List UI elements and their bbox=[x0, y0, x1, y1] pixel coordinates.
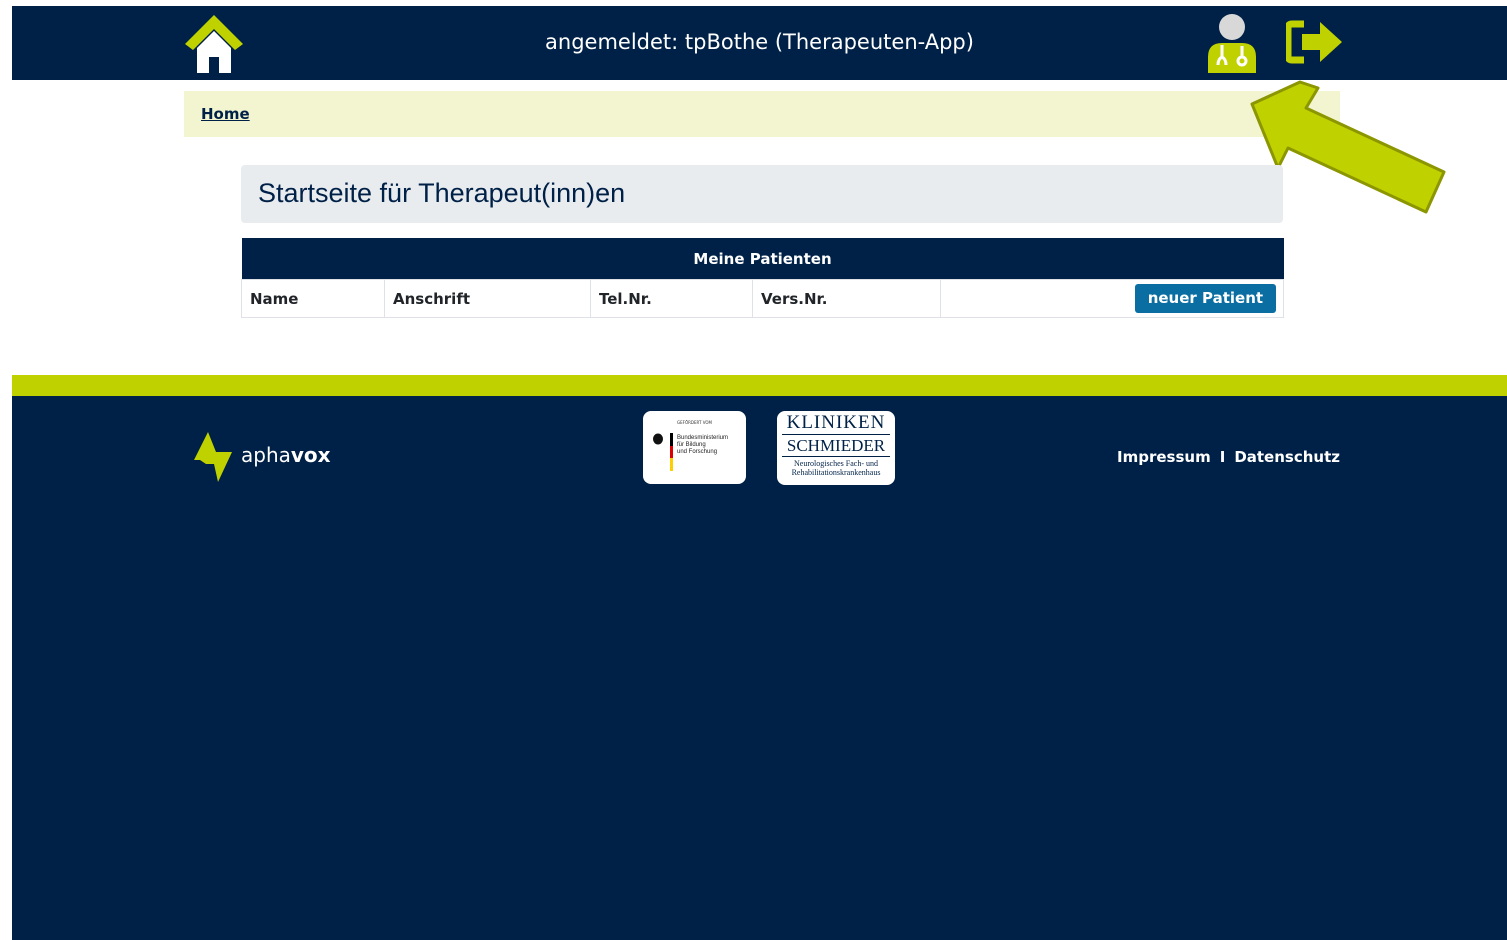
logout-icon[interactable] bbox=[1286, 20, 1344, 64]
new-patient-button[interactable]: neuer Patient bbox=[1134, 284, 1277, 313]
top-navigation-bar: angemeldet: tpBothe (Therapeuten-App) bbox=[12, 6, 1507, 80]
breadcrumb: Home bbox=[184, 91, 1340, 137]
page-title: Startseite für Therapeut(inn)en bbox=[258, 178, 626, 208]
brand-light-text: apha bbox=[241, 443, 291, 467]
login-status-text: angemeldet: tpBothe (Therapeuten-App) bbox=[545, 30, 974, 54]
column-header-phone: Tel.Nr. bbox=[590, 279, 753, 318]
aphavox-logo: aphavox bbox=[192, 430, 332, 486]
footer-link-separator: I bbox=[1219, 448, 1226, 466]
federal-eagle-icon bbox=[653, 433, 663, 445]
new-patient-cell: neuer Patient bbox=[939, 279, 1285, 318]
bmbf-name: Bundesministerium für Bildung und Forsch… bbox=[677, 435, 729, 455]
kliniken-schmieder-logo: KLINIKEN SCHMIEDER Neurologisches Fach- … bbox=[777, 411, 895, 485]
column-header-insurance-number: Vers.Nr. bbox=[752, 279, 941, 318]
brand-bold-text: vox bbox=[290, 443, 331, 467]
column-header-name: Name bbox=[241, 279, 385, 318]
footer-links: Impressum I Datenschutz bbox=[1117, 448, 1340, 466]
column-header-address: Anschrift bbox=[384, 279, 591, 318]
aphavox-bolt-icon bbox=[194, 432, 232, 482]
kliniken-line3: Neurologisches Fach- und bbox=[794, 459, 878, 468]
aphavox-wordmark: aphavox bbox=[241, 443, 331, 467]
page-title-box: Startseite für Therapeut(inn)en bbox=[241, 165, 1283, 223]
footer: aphavox GEFÖRDERT VOM Bundesministerium … bbox=[12, 396, 1507, 940]
bmbf-funded-label: GEFÖRDERT VOM bbox=[677, 420, 712, 425]
bmbf-logo: GEFÖRDERT VOM Bundesministerium für Bild… bbox=[643, 411, 746, 484]
kliniken-divider bbox=[782, 434, 890, 435]
kliniken-line2: SCHMIEDER bbox=[786, 436, 886, 455]
doctor-user-icon[interactable] bbox=[1204, 13, 1260, 73]
impressum-link[interactable]: Impressum bbox=[1117, 448, 1211, 466]
kliniken-line4: Rehabilitationskrankenhaus bbox=[791, 468, 881, 477]
breadcrumb-home-link[interactable]: Home bbox=[201, 105, 250, 123]
table-caption: Meine Patienten bbox=[241, 238, 1284, 280]
table-header-row: Name Anschrift Tel.Nr. Vers.Nr. neuer Pa… bbox=[241, 279, 1285, 318]
kliniken-line1: KLINIKEN bbox=[786, 412, 886, 433]
datenschutz-link[interactable]: Datenschutz bbox=[1234, 448, 1340, 466]
patients-table: Meine Patienten Name Anschrift Tel.Nr. V… bbox=[241, 238, 1285, 318]
footer-accent-stripe bbox=[12, 375, 1507, 396]
kliniken-divider-2 bbox=[782, 456, 890, 457]
german-flag-icon bbox=[670, 433, 673, 471]
